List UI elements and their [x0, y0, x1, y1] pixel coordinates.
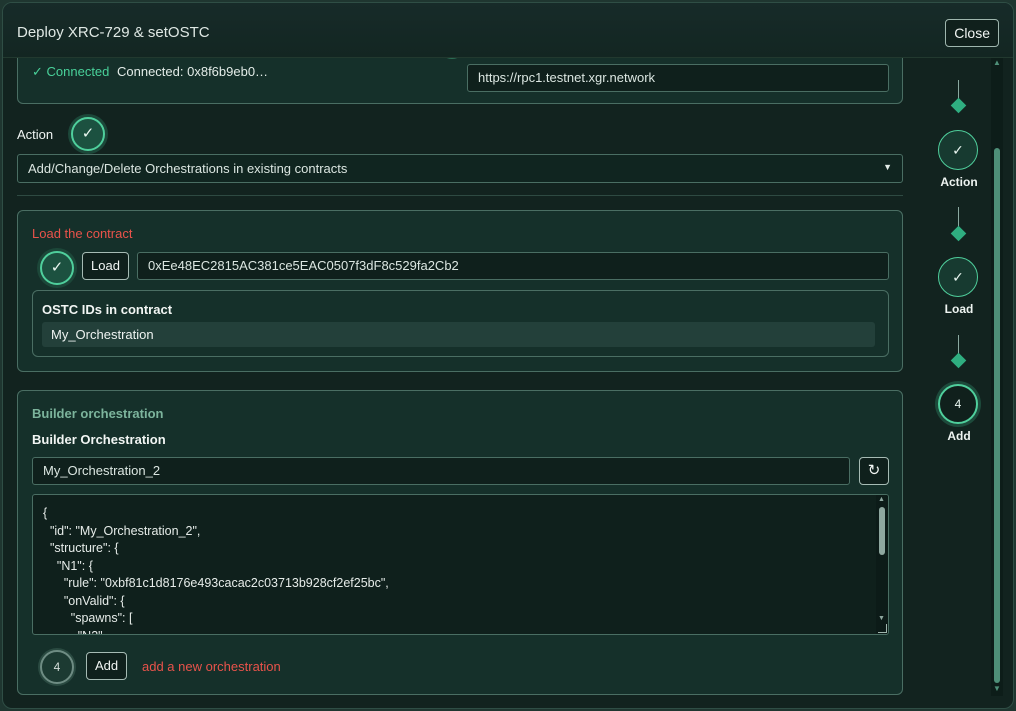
- step-add-icon[interactable]: 4: [938, 384, 978, 424]
- step-add-label: Add: [947, 429, 971, 443]
- step-indicator-partial: [438, 58, 466, 59]
- json-content: { "id": "My_Orchestration_2", "structure…: [43, 506, 389, 634]
- close-button[interactable]: Close: [945, 19, 999, 47]
- deploy-modal: Deploy XRC-729 & setOSTC Close ✓ Connect…: [2, 2, 1014, 709]
- ostc-ids-title: OSTC IDs in contract: [42, 302, 173, 317]
- chevron-down-icon: ▼: [883, 162, 892, 172]
- step-load-icon[interactable]: ✓: [938, 257, 978, 297]
- stepper-sidebar: ✓ Action ✓ Load 4 Add: [918, 58, 998, 708]
- ostc-ids-box: OSTC IDs in contract My_Orchestration: [32, 290, 889, 357]
- json-scroll-thumb[interactable]: [879, 507, 885, 555]
- contract-address-input[interactable]: 0xEe48EC2815AC381ce5EAC0507f3dF8c529fa2C…: [137, 252, 889, 280]
- refresh-button[interactable]: ↻: [859, 457, 889, 485]
- load-button[interactable]: Load: [82, 252, 129, 280]
- orchestration-json-editor[interactable]: { "id": "My_Orchestration_2", "structure…: [32, 494, 889, 635]
- step-diamond-icon: [950, 97, 967, 114]
- json-scrollbar[interactable]: ▲ ▼: [876, 495, 888, 634]
- step-action-label: Action: [940, 175, 978, 189]
- connection-address: Connected: 0x8f6b9eb0…: [117, 64, 269, 79]
- action-check-icon: ✓: [71, 117, 105, 151]
- step-connector: [958, 207, 959, 227]
- step-action-icon[interactable]: ✓: [938, 130, 978, 170]
- refresh-icon: ↻: [867, 462, 881, 479]
- step-load-label: Load: [944, 302, 974, 316]
- sidebar-scrollbar[interactable]: ▲ ▼: [991, 58, 1003, 696]
- resize-handle-icon[interactable]: [878, 624, 887, 633]
- rpc-url-input[interactable]: https://rpc1.testnet.xgr.network: [467, 64, 889, 92]
- add-button[interactable]: Add: [86, 652, 128, 680]
- modal-header: Deploy XRC-729 & setOSTC Close: [3, 3, 1013, 58]
- load-contract-title: Load the contract: [32, 226, 133, 241]
- load-check-icon: ✓: [40, 251, 74, 285]
- scroll-up-icon[interactable]: ▲: [993, 58, 1001, 67]
- builder-section-title: Builder orchestration: [32, 406, 164, 421]
- sidebar-scroll-thumb[interactable]: [994, 148, 1000, 683]
- add-note: add a new orchestration: [142, 659, 281, 674]
- scroll-down-icon[interactable]: ▼: [878, 615, 885, 622]
- builder-card: Builder orchestration Builder Orchestrat…: [17, 390, 903, 695]
- action-select[interactable]: Add/Change/Delete Orchestrations in exis…: [17, 154, 903, 183]
- action-label: Action: [17, 127, 54, 142]
- orchestration-name-input[interactable]: My_Orchestration_2: [32, 457, 850, 485]
- builder-label: Builder Orchestration: [32, 432, 166, 447]
- scroll-up-icon[interactable]: ▲: [878, 496, 885, 503]
- action-select-value: Add/Change/Delete Orchestrations in exis…: [28, 161, 348, 176]
- scroll-down-icon[interactable]: ▼: [993, 684, 1001, 693]
- ostc-id-item[interactable]: My_Orchestration: [42, 322, 875, 347]
- connection-card: ✓ Connected Connected: 0x8f6b9eb0… https…: [17, 58, 903, 104]
- step-diamond-icon: [950, 225, 967, 242]
- connection-status: ✓ Connected: [32, 64, 110, 79]
- step-diamond-icon: [950, 352, 967, 369]
- step-number-badge: 4: [40, 650, 74, 684]
- load-contract-card: Load the contract ✓ Load 0xEe48EC2815AC3…: [17, 210, 903, 372]
- modal-title: Deploy XRC-729 & setOSTC: [17, 24, 210, 41]
- modal-content: ✓ Connected Connected: 0x8f6b9eb0… https…: [3, 58, 918, 708]
- divider: [17, 195, 903, 196]
